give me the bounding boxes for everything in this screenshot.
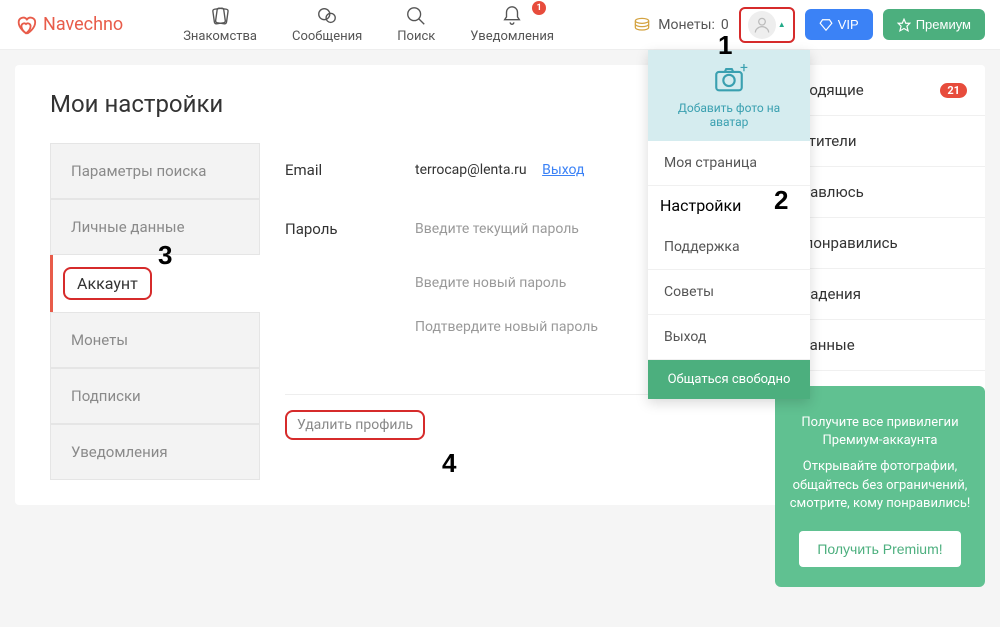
- tab-subscriptions[interactable]: Подписки: [50, 368, 260, 424]
- tab-search-params[interactable]: Параметры поиска: [50, 143, 260, 199]
- chat-icon: [316, 5, 338, 27]
- incoming-count-badge: 21: [940, 83, 967, 98]
- main-nav: Знакомства Сообщения Поиск 1 Уведомления: [183, 5, 554, 44]
- promo-line2: Открывайте фотографии, общайтесь без огр…: [789, 458, 971, 513]
- dropdown-logout[interactable]: Выход: [648, 315, 810, 360]
- dropdown-settings-highlight: Настройки: [660, 196, 741, 215]
- vip-button[interactable]: VIP: [805, 9, 873, 40]
- cards-icon: [209, 5, 231, 27]
- delete-profile-button[interactable]: Удалить профиль: [285, 410, 425, 440]
- diamond-icon: [819, 18, 833, 32]
- tab-notifications[interactable]: Уведомления: [50, 424, 260, 480]
- camera-icon: +: [712, 62, 746, 96]
- tab-account[interactable]: Аккаунт: [50, 255, 260, 312]
- dropdown-my-page[interactable]: Моя страница: [648, 141, 810, 186]
- dropdown-support[interactable]: Поддержка: [648, 225, 810, 270]
- nav-dating[interactable]: Знакомства: [183, 5, 257, 44]
- dropdown-chat-free[interactable]: Общаться свободно: [648, 360, 810, 399]
- promo-line1: Получите все привилегии Премиум-аккаунта: [789, 414, 971, 450]
- settings-tabs: Параметры поиска Личные данные Аккаунт М…: [50, 143, 260, 480]
- tab-account-highlight: Аккаунт: [63, 267, 152, 300]
- password-label: Пароль: [285, 220, 415, 238]
- tab-personal-data[interactable]: Личные данные: [50, 199, 260, 255]
- dropdown-add-photo[interactable]: + Добавить фото на аватар: [648, 50, 810, 141]
- email-label: Email: [285, 161, 415, 179]
- search-icon: [405, 5, 427, 27]
- header: Navechno Знакомства Сообщения Поиск 1 Ув…: [0, 0, 1000, 50]
- annotation-1: 1: [718, 30, 732, 61]
- dropdown-tips[interactable]: Советы: [648, 270, 810, 315]
- nav-search[interactable]: Поиск: [397, 5, 435, 44]
- logout-link[interactable]: Выход: [542, 162, 584, 178]
- nav-messages[interactable]: Сообщения: [292, 5, 362, 44]
- annotation-3: 3: [158, 240, 172, 271]
- avatar-placeholder-icon: [748, 11, 776, 39]
- premium-button[interactable]: Премиум: [883, 9, 985, 40]
- nav-notifications[interactable]: 1 Уведомления: [470, 5, 554, 44]
- notification-badge: 1: [532, 1, 546, 15]
- header-right: Монеты: 0 ▲ VIP Премиум: [632, 7, 985, 43]
- tab-coins[interactable]: Монеты: [50, 312, 260, 368]
- avatar-menu-button[interactable]: ▲: [739, 7, 795, 43]
- coins-icon: [632, 15, 652, 35]
- annotation-4: 4: [442, 448, 456, 479]
- coins-display[interactable]: Монеты: 0: [632, 15, 729, 35]
- get-premium-button[interactable]: Получить Premium!: [799, 531, 960, 567]
- premium-promo: Получите все привилегии Премиум-аккаунта…: [775, 386, 985, 587]
- logo[interactable]: Navechno: [15, 14, 123, 36]
- profile-dropdown: + Добавить фото на аватар Моя страница Н…: [648, 50, 810, 399]
- annotation-2: 2: [774, 185, 788, 216]
- star-icon: [897, 18, 911, 32]
- heart-logo-icon: [15, 14, 37, 36]
- dropdown-arrow-icon: ▲: [778, 20, 786, 29]
- bell-icon: [501, 5, 523, 27]
- brand-name: Navechno: [43, 14, 123, 35]
